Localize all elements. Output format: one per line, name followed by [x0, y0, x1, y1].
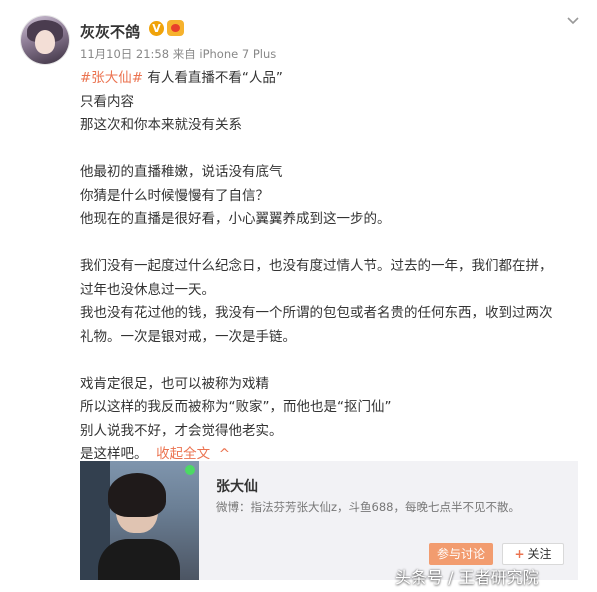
follow-button[interactable]: + 关注 [502, 543, 564, 565]
topic-card[interactable]: 张大仙 微博：指法芬芳张大仙z，斗鱼688，每晚七点半不见不散。 参与讨论 + 关… [80, 461, 578, 580]
image-person-body [98, 539, 180, 580]
collapse-button[interactable]: 收起全文 ^ [156, 446, 230, 462]
card-title[interactable]: 张大仙 [216, 476, 258, 496]
watermark: 头条号 / 王者研究院 [395, 568, 539, 587]
chevron-up-icon: ^ [218, 446, 230, 462]
join-discussion-button[interactable]: 参与讨论 [429, 543, 493, 565]
post-meta: 11月10日 21:58 来自 iPhone 7 Plus [80, 47, 277, 61]
post-line: 那这次和你本来就没有关系 [80, 117, 242, 133]
post-line-text: 是这样吧。 [80, 446, 148, 462]
collapse-label: 收起全文 [156, 446, 211, 462]
post-line: 我们没有一起度过什么纪念日，也没有度过情人节。过去的一年，我们都在拼， [80, 258, 553, 274]
image-light [185, 465, 195, 475]
post-line: 过年也没休息过一天。 [80, 281, 215, 298]
post-line: 只看内容 [80, 93, 134, 110]
topic-card-image[interactable] [80, 461, 199, 580]
post-line: 他最初的直播稚嫩，说话没有底气 [80, 164, 283, 180]
card-description: 微博：指法芬芳张大仙z，斗鱼688，每晚七点半不见不散。 [216, 500, 520, 514]
avatar-face [35, 30, 55, 54]
chevron-down-icon[interactable] [566, 12, 580, 26]
post-line: 我也没有花过他的钱，我没有一个所谓的包包或者名贵的任何东西，收到过两次 [80, 305, 553, 321]
member-badge-icon [167, 20, 184, 36]
follow-label: 关注 [527, 547, 552, 561]
post-line: 你猜是什么时候慢慢有了自信？ [80, 187, 269, 204]
post-content: #张大仙# 有人看直播不看“人品” 只看内容 那这次和你本来就没有关系 他最初的… [80, 67, 580, 467]
plus-icon: + [514, 547, 525, 561]
hashtag-link[interactable]: #张大仙# [80, 70, 143, 86]
user-name[interactable]: 灰灰不鸽 [80, 21, 140, 42]
post-line: 他现在的直播是很好看，小心翼翼养成到这一步的。 [80, 211, 391, 227]
verified-badge-icon: V [149, 21, 164, 36]
post-line-1: #张大仙# 有人看直播不看“人品” [80, 67, 580, 91]
post-line: 别人说我不好，才会觉得他老实。 [80, 422, 283, 439]
avatar[interactable] [21, 16, 69, 64]
image-person-hair [108, 473, 166, 517]
post-line-text: 有人看直播不看“人品” [143, 70, 283, 86]
post-line: 戏肯定很足，也可以被称为戏精 [80, 375, 269, 392]
post-line: 所以这样的我反而被称为“败家”，而他也是“抠门仙” [80, 399, 392, 415]
post-line: 礼物。一次是银对戒，一次是手链。 [80, 328, 296, 345]
